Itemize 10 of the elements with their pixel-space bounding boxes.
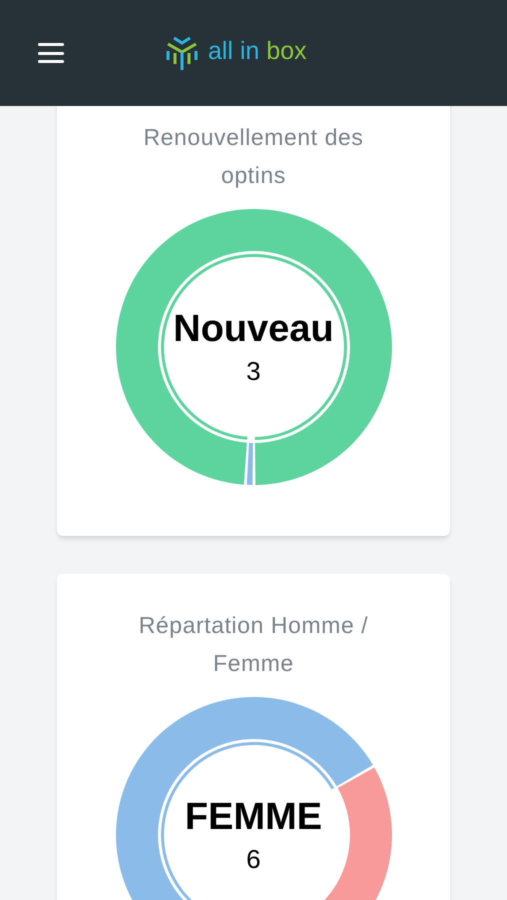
card-title: Renouvellement des optins [142, 123, 365, 190]
menu-icon[interactable] [38, 43, 64, 63]
center-label: Nouveau [173, 310, 334, 348]
card-title: Répartation Homme / Femme [138, 611, 370, 678]
logo-text: box [266, 36, 307, 64]
logo-text: all in [208, 36, 260, 64]
center-value: 3 [246, 358, 261, 384]
center-value: 6 [246, 846, 261, 872]
center-label: FEMME [184, 798, 322, 836]
logo-icon [164, 34, 200, 72]
